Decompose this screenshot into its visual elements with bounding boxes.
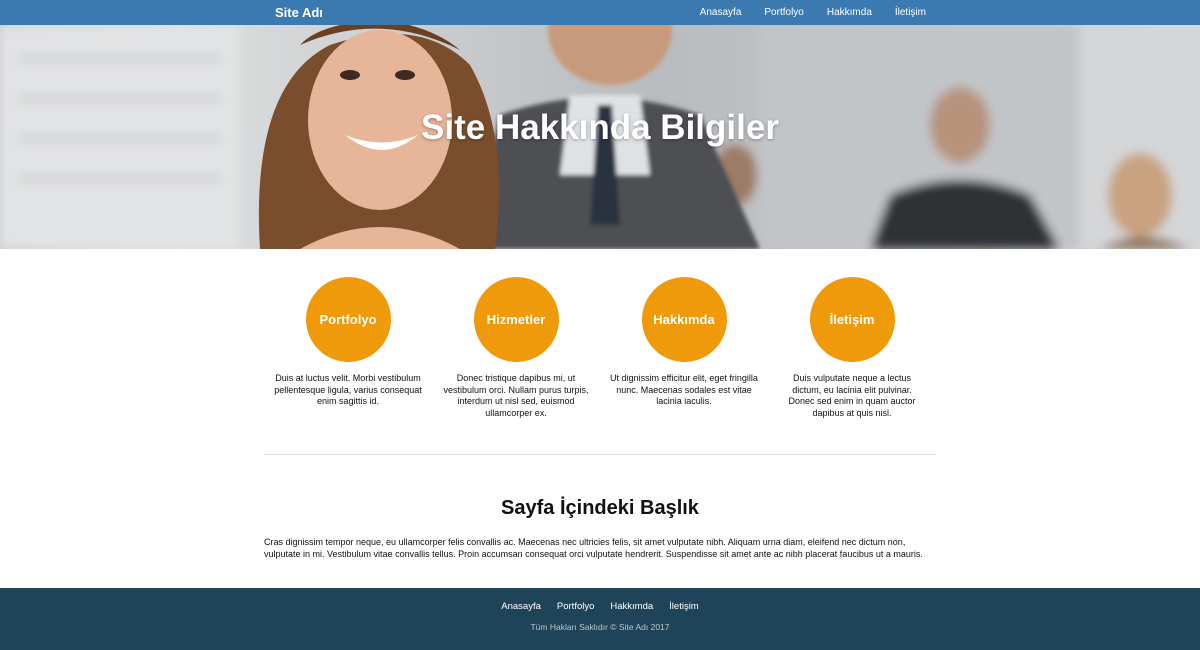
feature-about: Hakkımda Ut dignissim efficitur elit, eg… <box>600 277 768 419</box>
feature-text-portfolio: Duis at luctus velit. Morbi vestibulum p… <box>274 373 422 406</box>
copyright-text: Tüm Hakları Saklıdır © Site Adı 2017 <box>530 622 670 632</box>
navbar: Site Adı Anasayfa Portfolyo Hakkımda İle… <box>0 0 1200 25</box>
footer-link-about[interactable]: Hakkımda <box>610 601 653 612</box>
section-paragraph: Cras dignissim tempor neque, eu ullamcor… <box>264 537 923 559</box>
feature-services: Hizmetler Donec tristique dapibus mi, ut… <box>432 277 600 419</box>
hero-title: Site Hakkında Bilgiler <box>421 108 779 147</box>
footer-link-contact[interactable]: İletişim <box>669 601 699 612</box>
feature-text-services: Donec tristique dapibus mi, ut vestibulu… <box>443 373 589 418</box>
footer-link-home[interactable]: Anasayfa <box>501 601 541 612</box>
footer: Anasayfa Portfolyo Hakkımda İletişim Tüm… <box>0 588 1200 650</box>
navbar-container: Site Adı Anasayfa Portfolyo Hakkımda İle… <box>264 0 936 25</box>
section-divider <box>264 454 936 455</box>
feature-circle-about[interactable]: Hakkımda <box>641 277 727 362</box>
feature-circle-portfolio[interactable]: Portfolyo <box>305 277 391 362</box>
nav-link-home[interactable]: Anasayfa <box>700 7 742 18</box>
nav-link-portfolio[interactable]: Portfolyo <box>764 7 803 18</box>
footer-menu: Anasayfa Portfolyo Hakkımda İletişim <box>0 601 1200 612</box>
feature-circle-services[interactable]: Hizmetler <box>473 277 559 362</box>
site-brand-link[interactable]: Site Adı <box>275 5 323 20</box>
features-row: Portfolyo Duis at luctus velit. Morbi ve… <box>264 277 936 419</box>
feature-circle-contact[interactable]: İletişim <box>809 277 895 362</box>
feature-text-about: Ut dignissim efficitur elit, eget fringi… <box>610 373 758 406</box>
hero-banner: Site Hakkında Bilgiler <box>0 25 1200 249</box>
feature-text-contact: Duis vulputate neque a lectus dictum, eu… <box>788 373 916 418</box>
section-heading: Sayfa İçindeki Başlık <box>501 497 699 519</box>
nav-link-contact[interactable]: İletişim <box>895 7 926 18</box>
feature-contact: İletişim Duis vulputate neque a lectus d… <box>768 277 936 419</box>
footer-link-portfolio[interactable]: Portfolyo <box>557 601 595 612</box>
feature-portfolio: Portfolyo Duis at luctus velit. Morbi ve… <box>264 277 432 419</box>
nav-menu: Anasayfa Portfolyo Hakkımda İletişim <box>677 0 926 25</box>
nav-link-about[interactable]: Hakkımda <box>827 7 872 18</box>
